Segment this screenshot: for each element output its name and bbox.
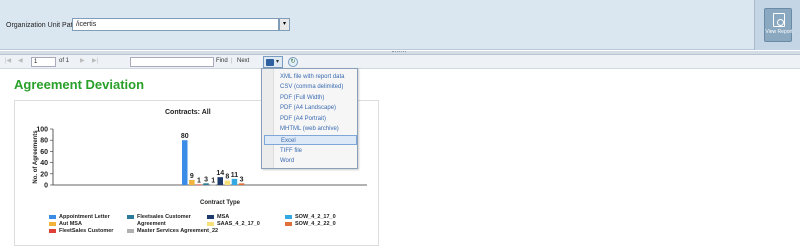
y-tick-label: 80	[40, 138, 48, 145]
legend-swatch	[285, 222, 292, 226]
chevron-down-icon: ▾	[276, 59, 280, 65]
magnifier-report-icon	[773, 13, 785, 27]
y-axis-label: No. of Agreements	[33, 130, 39, 184]
bar-data-label: 1	[197, 177, 201, 184]
bar-data-label: 11	[231, 172, 239, 179]
chart-title: Contracts: All	[165, 109, 211, 116]
chart-bar	[238, 183, 245, 185]
export-menu-item[interactable]: CSV (comma delimited)	[280, 82, 343, 92]
y-tick-label: 40	[40, 160, 48, 167]
export-menu-item[interactable]: PDF (Full Width)	[280, 93, 324, 103]
page-count-label: of 1	[59, 58, 70, 64]
chart-legend: Appointment Letter Aut MSA FleetSales Cust…	[49, 214, 369, 244]
find-link[interactable]: Find	[216, 58, 228, 64]
find-text-input[interactable]	[130, 57, 214, 67]
chart-bar	[182, 140, 188, 185]
legend-label: MSA	[217, 214, 230, 220]
y-tick-label: 20	[40, 171, 48, 178]
report-title: Agreement Deviation	[14, 77, 145, 92]
page-number-input[interactable]: 1	[31, 57, 56, 67]
legend-label: Fleetsales Customer Agreement	[137, 214, 191, 227]
legend-label: Master Services Agreement_22	[137, 228, 219, 234]
export-menu-item[interactable]: PDF (A4 Landscape)	[280, 103, 336, 113]
export-dropdown-button[interactable]: ▾	[263, 56, 283, 68]
view-report-panel: View Report	[754, 0, 800, 50]
y-tick-label: 60	[40, 149, 48, 156]
legend-swatch	[49, 222, 56, 226]
bar-data-label: 1	[211, 177, 215, 184]
refresh-icon[interactable]: ↻	[288, 57, 298, 67]
first-page-button[interactable]: |◀	[5, 57, 11, 64]
bar-data-label: 9	[190, 173, 194, 180]
save-disk-icon	[266, 59, 274, 66]
parameter-area: Organization Unit Path /icertis ▾ View R…	[0, 0, 800, 50]
previous-page-button[interactable]: ◀	[18, 57, 23, 64]
toolbar-separator: |	[231, 58, 233, 64]
menu-gutter	[262, 69, 274, 168]
y-tick-label: 0	[44, 183, 48, 190]
export-menu-item[interactable]: XML file with report data	[280, 72, 344, 82]
legend-label: SAAS_4_2_17_0	[217, 221, 260, 227]
chart-bar	[189, 179, 195, 185]
legend-swatch	[207, 215, 214, 219]
view-report-label: View Report	[765, 29, 793, 35]
export-menu-item[interactable]: Word	[280, 156, 294, 166]
org-unit-path-label: Organization Unit Path	[6, 22, 77, 29]
bar-data-label: 80	[181, 133, 189, 140]
bar-data-label: 3	[204, 176, 208, 183]
legend-swatch	[285, 215, 292, 219]
chart-bar	[224, 180, 231, 185]
legend-swatch	[49, 229, 56, 233]
bar-data-label: 3	[240, 176, 244, 183]
chart-bar	[217, 177, 223, 185]
legend-swatch	[49, 215, 56, 219]
legend-label: SOW_4_2_22_0	[295, 221, 336, 227]
export-menu-item[interactable]: Excel	[264, 135, 357, 145]
org-unit-path-dropdown-button[interactable]: ▾	[279, 18, 290, 31]
legend-label: Appointment Letter	[59, 214, 110, 220]
legend-swatch	[127, 229, 134, 233]
legend-swatch	[127, 215, 134, 219]
legend-label: SOW_4_2_17_0	[295, 214, 336, 220]
chart-bar	[203, 183, 209, 185]
export-menu-item[interactable]: PDF (A4 Portrait)	[280, 114, 326, 124]
find-next-link[interactable]: Next	[237, 58, 249, 64]
chart-bar	[210, 184, 216, 186]
export-format-menu: XML file with report data CSV (comma deli…	[261, 68, 358, 169]
export-menu-item[interactable]: MHTML (web archive)	[280, 124, 339, 134]
bar-data-label: 8	[225, 174, 229, 181]
legend-swatch	[207, 222, 214, 226]
x-axis-label: Contract Type	[200, 200, 241, 206]
bar-data-label: 14	[216, 170, 224, 177]
legend-label: FleetSales Customer	[59, 228, 114, 234]
chart-bar	[231, 178, 238, 185]
org-unit-path-input[interactable]: /icertis	[72, 18, 279, 31]
last-page-button[interactable]: ▶|	[92, 57, 98, 64]
next-page-button[interactable]: ▶	[80, 57, 85, 64]
report-viewer: Organization Unit Path /icertis ▾ View R…	[0, 0, 800, 252]
legend-label: Aut MSA	[59, 221, 82, 227]
export-menu-item[interactable]: TIFF file	[280, 146, 302, 156]
splitter-grip-icon[interactable]	[392, 51, 406, 54]
report-toolbar: |◀ ◀ 1 of 1 ▶ ▶| Find | Next ▾ ↻	[0, 55, 800, 69]
chart-bar	[196, 184, 202, 186]
view-report-button[interactable]: View Report	[764, 8, 793, 42]
